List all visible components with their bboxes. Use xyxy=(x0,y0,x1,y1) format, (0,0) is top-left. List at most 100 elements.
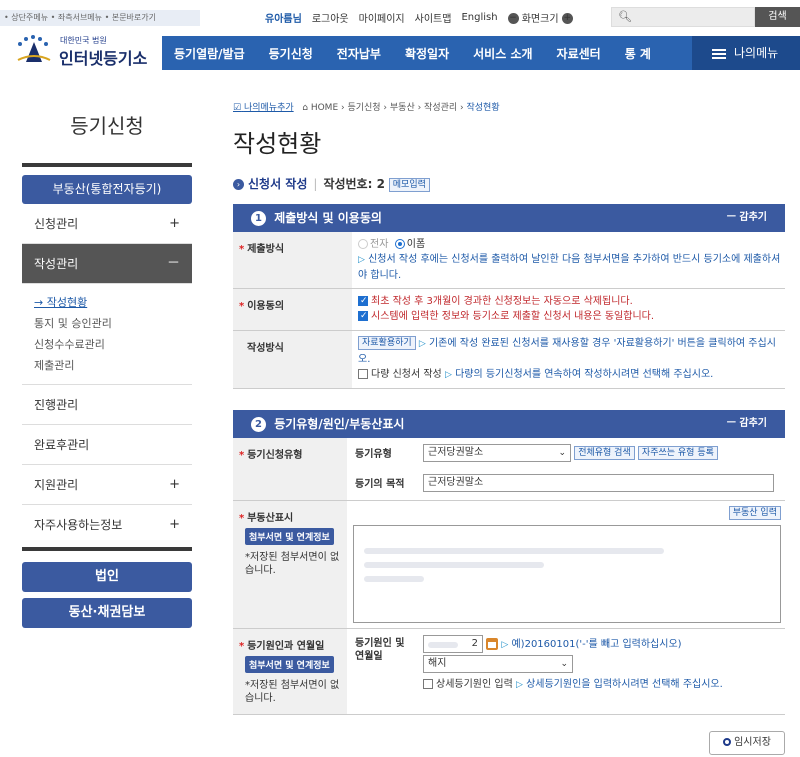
sidebar-item-apply-manage[interactable]: 신청관리 + xyxy=(22,204,192,244)
cause-date-label: 등기원인 및 연월일 xyxy=(355,637,405,662)
kind-select-value: 근저당권말소 xyxy=(428,447,484,458)
skip-link-content[interactable]: • 본문바로가기 xyxy=(105,13,156,22)
sidebar-item-label: 지원관리 xyxy=(34,478,79,492)
nav-item-payment[interactable]: 전자납부 xyxy=(325,45,393,62)
attach-docs-button[interactable]: 첨부서면 및 연계정보 xyxy=(245,655,334,673)
multi-apply-label: 다량 신청서 작성 xyxy=(371,369,442,380)
sidebar-subitem-status[interactable]: → 작성현황 xyxy=(34,292,192,313)
multi-apply-checkbox[interactable] xyxy=(358,369,368,379)
property-textarea[interactable] xyxy=(353,524,781,623)
main-nav: 등기열람/발급 등기신청 전자납부 확정일자 서비스 소개 자료센터 통 계 xyxy=(162,36,692,70)
english-link[interactable]: English xyxy=(461,12,497,23)
property-label: 부동산표시 xyxy=(247,512,294,524)
sidebar-item-label: 작성관리 xyxy=(34,257,79,271)
purpose-value: 근저당권말소 xyxy=(428,477,484,488)
nav-item-stats[interactable]: 통 계 xyxy=(613,45,663,62)
reuse-data-button[interactable]: 자료활용하기 xyxy=(358,336,416,350)
sidebar-title: 등기신청 xyxy=(70,114,144,138)
add-my-menu-link[interactable]: ☑ 나의메뉴추가 xyxy=(233,103,294,113)
section-number: 1 xyxy=(251,211,266,226)
sidebar-category[interactable]: 부동산(통합전자등기) xyxy=(22,175,192,204)
logo-title: 인터넷등기소 xyxy=(59,49,148,68)
movable-bond-button[interactable]: 동산·채권담보 xyxy=(22,598,192,628)
sidebar-item-support[interactable]: 지원관리 + xyxy=(22,465,192,505)
skip-link-side-menu[interactable]: • 좌측서브메뉴 xyxy=(51,13,102,22)
cause-date-input[interactable]: 2 xyxy=(423,634,483,653)
blurred-text xyxy=(364,575,424,582)
my-menu-button[interactable]: 나의메뉴 xyxy=(692,36,800,70)
detail-cause-checkbox[interactable] xyxy=(423,678,433,689)
sidebar-item-label: 완료후관리 xyxy=(34,438,90,452)
check-icon: ☑ xyxy=(233,103,242,113)
home-icon: ⌂ xyxy=(302,103,308,113)
section-type-header: 2 등기유형/원인/부동산표시 ㅡ 감추기 xyxy=(233,410,785,438)
skip-links: • 상단주메뉴 • 좌측서브메뉴 • 본문바로가기 xyxy=(0,10,200,26)
sidebar-item-write-manage[interactable]: 작성관리 － xyxy=(22,244,192,284)
temp-save-label: 임시저장 xyxy=(734,737,771,748)
property-input-button[interactable]: 부동산 입력 xyxy=(728,505,781,520)
hamburger-icon xyxy=(712,48,726,59)
memo-button[interactable]: 메모입력 xyxy=(388,177,430,192)
all-types-button[interactable]: 전체유형 검색 xyxy=(574,446,635,460)
calendar-icon[interactable] xyxy=(486,637,499,650)
purpose-label: 등기의 목적 xyxy=(347,468,419,498)
blurred-text xyxy=(364,547,664,554)
user-name: 유아름님 xyxy=(265,13,302,25)
arrow-icon: ▷ xyxy=(515,679,523,690)
cause-inner-table: 등기원인 및 연월일 2 ▷ 예)20160101('-'를 빼고 입력하십시오… xyxy=(347,629,785,695)
field-value: 부동산 입력 xyxy=(347,500,785,629)
apply-type-label: 등기신청유형 xyxy=(247,450,303,461)
radio-electronic-label: 전자 xyxy=(370,239,389,250)
nav-item-resources[interactable]: 자료센터 xyxy=(545,45,613,62)
property-row: * 부동산표시 첨부서면 및 연계정보 *저장된 첨부서면이 없습니다. 부동산 … xyxy=(233,500,785,629)
no-attach-note: *저장된 첨부서면이 없습니다. xyxy=(245,679,340,704)
arrow-icon: ▷ xyxy=(358,255,365,265)
court-emblem-icon xyxy=(17,35,51,62)
site-logo[interactable]: 대한민국 법원 인터넷등기소 xyxy=(12,32,152,68)
purpose-input[interactable]: 근저당권말소 xyxy=(423,474,774,492)
cause-select-value: 해지 xyxy=(428,657,447,669)
nav-item-service[interactable]: 서비스 소개 xyxy=(461,45,544,62)
zoom-in-icon[interactable]: + xyxy=(561,13,573,24)
frequent-types-button[interactable]: 자주쓰는 유형 등록 xyxy=(637,446,718,460)
hide-section-button[interactable]: ㅡ 감추기 xyxy=(727,410,767,438)
search-input[interactable]: 🔍︎ xyxy=(611,7,755,27)
chevron-right-icon: › xyxy=(233,179,244,190)
sidebar-divider xyxy=(22,163,192,167)
kind-select[interactable]: 근저당권말소 ⌄ xyxy=(423,444,571,462)
sidebar-item-frequent[interactable]: 자주사용하는정보 + xyxy=(22,505,192,545)
save-circle-icon xyxy=(723,738,732,746)
sidebar-item-progress[interactable]: 진행관리 xyxy=(22,385,192,425)
mypage-link[interactable]: 마이페이지 xyxy=(359,10,405,25)
search-button[interactable]: 검색 xyxy=(755,7,800,27)
sidebar-item-completed[interactable]: 완료후관리 xyxy=(22,425,192,465)
sidebar-item-label: 신청관리 xyxy=(34,217,79,231)
cause-select[interactable]: 해지 ⌄ xyxy=(423,654,573,673)
section-title: 등기유형/원인/부동산표시 xyxy=(274,417,405,431)
logout-link[interactable]: 로그아웃 xyxy=(312,10,349,25)
radio-electronic[interactable] xyxy=(358,239,368,249)
agree-text-2: 시스템에 입력한 정보와 등기소로 제출할 신청서 내용은 동일합니다. xyxy=(371,311,655,322)
submit-method-label: 제출방식 xyxy=(247,244,285,255)
sitemap-link[interactable]: 사이트맵 xyxy=(415,10,452,25)
radio-paper[interactable] xyxy=(394,239,405,249)
sidebar-subitem-submit[interactable]: 제출관리 xyxy=(34,355,192,376)
zoom-control: − 화면크기 + xyxy=(507,10,573,25)
sidebar-subitem-notice[interactable]: 통지 및 승인관리 xyxy=(34,313,192,334)
temp-save-button[interactable]: 임시저장 xyxy=(709,731,785,755)
hide-section-button[interactable]: ㅡ 감추기 xyxy=(727,204,767,232)
field-label: * 이용동의 xyxy=(233,288,352,331)
field-value: 등기유형 근저당권말소 ⌄ 전체유형 검색 자주쓰는 유형 등록 등기의 목적 근… xyxy=(347,438,785,501)
nav-item-apply[interactable]: 등기신청 xyxy=(257,45,325,62)
agree-checkbox-1[interactable] xyxy=(358,294,368,309)
no-attach-note: *저장된 첨부서면이 없습니다. xyxy=(245,551,340,576)
zoom-out-icon[interactable]: − xyxy=(507,13,519,24)
nav-item-view[interactable]: 등기열람/발급 xyxy=(162,45,257,62)
attach-docs-button[interactable]: 첨부서면 및 연계정보 xyxy=(245,527,334,545)
skip-link-top-menu[interactable]: • 상단주메뉴 xyxy=(4,13,48,22)
corporation-button[interactable]: 법인 xyxy=(22,562,192,592)
nav-item-date[interactable]: 확정일자 xyxy=(393,45,461,62)
sidebar-subitem-fee[interactable]: 신청수수료관리 xyxy=(34,334,192,355)
utility-links: 유아름님 로그아웃 마이페이지 사이트맵 English − 화면크기 + xyxy=(265,7,573,27)
agree-checkbox-2[interactable] xyxy=(358,309,368,324)
